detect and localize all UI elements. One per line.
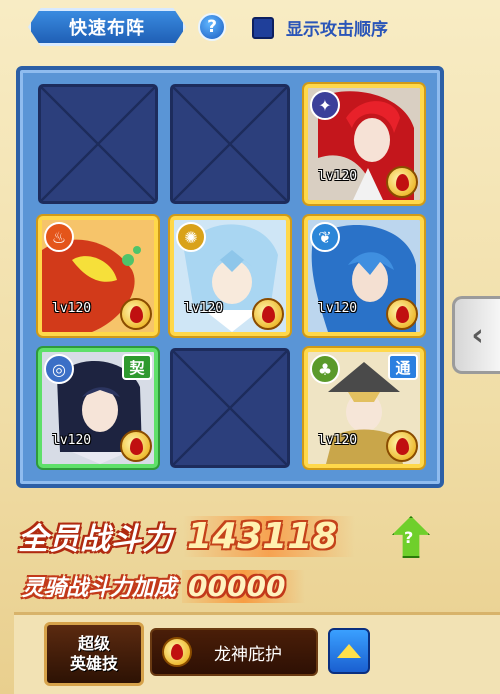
super-hero-skill-badge: 超级 英雄技 xyxy=(44,622,144,686)
total-power-label: 全员战斗力 xyxy=(18,522,173,557)
blood-badge-icon xyxy=(386,166,418,198)
show-attack-order-checkbox[interactable] xyxy=(252,17,274,39)
hero-slot-red-hair[interactable]: ✦ lv120 xyxy=(304,84,424,204)
hero-level: lv120 xyxy=(52,433,92,448)
quick-formation-button[interactable]: 快速布阵 xyxy=(28,8,186,46)
skill-badge-line2: 英雄技 xyxy=(69,654,118,673)
collapse-panel-arrow[interactable]: ‹ xyxy=(452,296,500,374)
expand-skill-button[interactable] xyxy=(328,628,370,674)
skill-selector[interactable]: 龙神庇护 xyxy=(150,628,318,676)
formation-slot-empty[interactable] xyxy=(38,84,158,204)
fire-icon: ♨ xyxy=(44,222,74,252)
mount-power-row: 灵骑战斗力加成 00000 xyxy=(22,566,422,606)
link-tag: 通 xyxy=(388,354,418,380)
blood-badge-icon xyxy=(386,430,418,462)
hero-slot-dragon[interactable]: ♨ lv120 xyxy=(38,216,158,336)
formation-slot-empty[interactable] xyxy=(170,348,290,468)
sun-icon: ✺ xyxy=(176,222,206,252)
formation-slot-empty[interactable] xyxy=(170,84,290,204)
hero-level: lv120 xyxy=(318,301,358,316)
hero-slot-samurai[interactable]: ♣ 通 lv120 xyxy=(304,348,424,468)
blood-badge-icon xyxy=(386,298,418,330)
blood-badge-icon xyxy=(252,298,284,330)
total-power-value: 143118 xyxy=(183,515,356,557)
wind-icon: ❦ xyxy=(310,222,340,252)
target-icon: ◎ xyxy=(44,354,74,384)
contract-tag: 契 xyxy=(122,354,152,380)
total-power-row: 全员战斗力 143118 xyxy=(18,512,418,560)
skill-name: 龙神庇护 xyxy=(214,644,282,665)
mount-power-value: 00000 xyxy=(182,569,306,603)
mount-power-label: 灵骑战斗力加成 xyxy=(22,576,177,601)
skill-badge-line1: 超级 xyxy=(77,634,110,653)
hero-level: lv120 xyxy=(52,301,92,316)
star-icon: ✦ xyxy=(310,90,340,120)
formation-grid: ✦ lv120 ♨ lv120 ✺ lv120 ❦ lv120 ◎ 契 lv12… xyxy=(16,66,444,488)
show-attack-order-label: 显示攻击顺序 xyxy=(286,20,388,40)
power-up-question-icon: ? xyxy=(404,528,414,547)
help-icon[interactable]: ? xyxy=(198,13,226,41)
blood-badge-icon xyxy=(120,298,152,330)
hero-slot-ice[interactable]: ✺ lv120 xyxy=(170,216,290,336)
hero-level: lv120 xyxy=(184,301,224,316)
hero-slot-dark-hair[interactable]: ◎ 契 lv120 xyxy=(38,348,158,468)
tree-icon: ♣ xyxy=(310,354,340,384)
blood-skill-icon xyxy=(162,637,192,667)
hero-slot-blue-hair[interactable]: ❦ lv120 xyxy=(304,216,424,336)
hero-level: lv120 xyxy=(318,433,358,448)
hero-level: lv120 xyxy=(318,169,358,184)
blood-badge-icon xyxy=(120,430,152,462)
